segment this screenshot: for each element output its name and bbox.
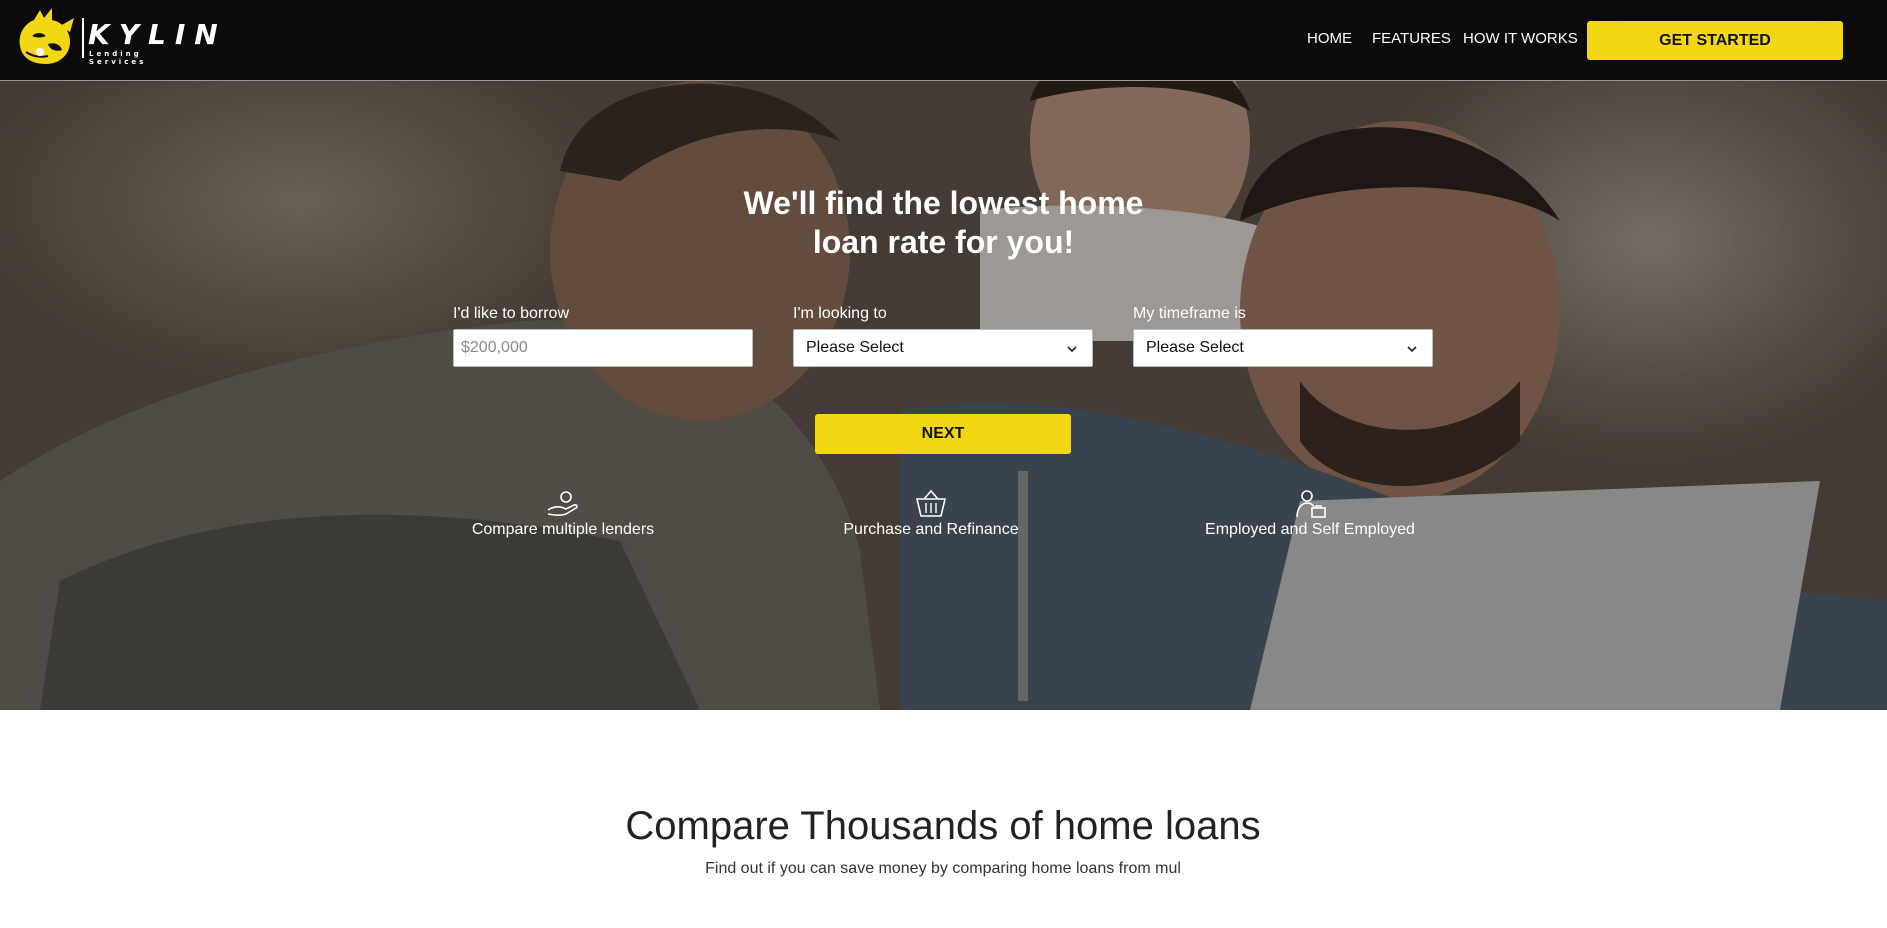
section-subtitle: Find out if you can save money by compar… bbox=[705, 860, 1181, 877]
looking-label: I'm looking to bbox=[793, 305, 887, 322]
chevron-down-icon bbox=[1407, 346, 1417, 353]
hero-section: We'll find the lowest home loan rate for… bbox=[0, 81, 1887, 710]
nav-home-link[interactable]: HOME bbox=[1307, 30, 1352, 47]
looking-to-selected-value: Please Select bbox=[806, 339, 904, 356]
worker-briefcase-icon bbox=[1296, 490, 1326, 518]
nav-features-link[interactable]: FEATURES bbox=[1372, 30, 1451, 47]
nav-how-it-works-link[interactable]: HOW IT WORKS bbox=[1463, 30, 1578, 47]
feature-purchase-refinance: Purchase and Refinance bbox=[830, 488, 1032, 540]
hero-overlay bbox=[0, 81, 1887, 710]
dragon-logo-icon bbox=[19, 8, 74, 64]
feature-label: Employed and Self Employed bbox=[1205, 521, 1415, 538]
hero-title-line1: We'll find the lowest home bbox=[743, 185, 1144, 221]
brand-name: KYLIN bbox=[88, 18, 227, 51]
looking-to-select[interactable]: Please Select bbox=[793, 329, 1093, 367]
borrow-amount-input[interactable] bbox=[453, 329, 753, 367]
get-started-button[interactable]: GET STARTED bbox=[1587, 21, 1843, 60]
brand-logo[interactable]: KYLIN Lending Services bbox=[14, 6, 218, 68]
hero-title-line2: loan rate for you! bbox=[812, 224, 1075, 260]
brand-tagline: Lending Services bbox=[89, 50, 147, 66]
hero-title: We'll find the lowest home loan rate for… bbox=[700, 184, 1187, 262]
timeframe-select[interactable]: Please Select bbox=[1133, 329, 1433, 367]
feature-compare-lenders: Compare multiple lenders bbox=[462, 488, 664, 540]
feature-employed-self-employed: Employed and Self Employed bbox=[1195, 488, 1425, 540]
feature-label: Compare multiple lenders bbox=[471, 521, 655, 538]
next-button[interactable]: NEXT bbox=[815, 414, 1071, 454]
borrow-label: I'd like to borrow bbox=[453, 305, 569, 322]
top-navbar: KYLIN Lending Services HOME FEATURES HOW… bbox=[0, 0, 1887, 81]
logo-divider bbox=[82, 18, 84, 58]
timeframe-selected-value: Please Select bbox=[1146, 339, 1244, 356]
hand-coin-icon bbox=[547, 491, 578, 516]
section-title: Compare Thousands of home loans bbox=[625, 804, 1261, 848]
timeframe-label: My timeframe is bbox=[1133, 305, 1246, 322]
chevron-down-icon bbox=[1067, 346, 1077, 353]
basket-icon bbox=[915, 489, 947, 517]
feature-label: Purchase and Refinance bbox=[843, 521, 1019, 538]
